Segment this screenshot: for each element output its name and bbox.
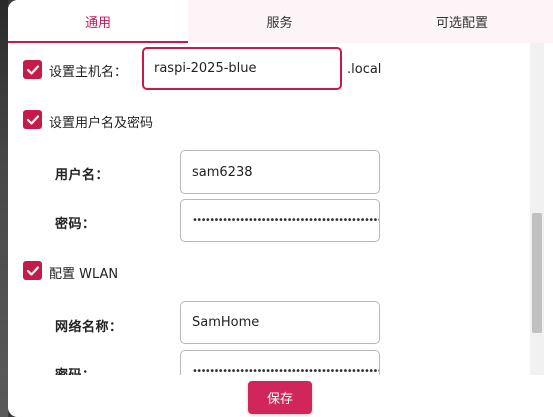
- tab-services[interactable]: 服务: [188, 0, 371, 43]
- settings-panel: 设置主机名： raspi-2025-blue .local 设置用户名及密码 用…: [8, 43, 553, 375]
- tab-options[interactable]: 可选配置: [371, 0, 553, 43]
- dialog-footer: 保存: [8, 375, 553, 417]
- tab-bar: 通用 服务 可选配置: [8, 0, 553, 43]
- checkmark-icon: [26, 64, 39, 75]
- tab-general[interactable]: 通用: [8, 0, 188, 43]
- checkmark-icon: [26, 114, 39, 125]
- ssid-label: 网络名称：: [55, 320, 123, 335]
- ssid-input[interactable]: SamHome: [180, 301, 380, 344]
- user-credentials-label: 设置用户名及密码: [49, 116, 154, 131]
- wlan-password-input[interactable]: ••••••••••••••••••••••••••••••••••••••••…: [180, 350, 380, 375]
- wlan-label: 配置 WLAN: [49, 267, 119, 282]
- hostname-input[interactable]: raspi-2025-blue: [142, 47, 342, 90]
- scrollbar-thumb[interactable]: [532, 213, 542, 333]
- wlan-checkbox[interactable]: [23, 261, 42, 280]
- wlan-password-label: 密码：: [55, 364, 96, 375]
- username-label: 用户名：: [55, 168, 110, 183]
- os-customisation-dialog: 通用 服务 可选配置 设置主机名： raspi-2025-blue .local…: [8, 0, 553, 417]
- save-button[interactable]: 保存: [248, 381, 312, 414]
- checkmark-icon: [26, 265, 39, 276]
- hostname-checkbox[interactable]: [23, 60, 42, 79]
- username-input[interactable]: sam6238: [180, 150, 380, 194]
- user-password-input[interactable]: ••••••••••••••••••••••••••••••••••••••••…: [180, 199, 380, 242]
- user-password-label: 密码：: [55, 217, 96, 232]
- hostname-label: 设置主机名：: [49, 65, 128, 80]
- background-window: [0, 0, 8, 417]
- user-checkbox[interactable]: [23, 110, 42, 129]
- hostname-suffix: .local: [347, 62, 382, 77]
